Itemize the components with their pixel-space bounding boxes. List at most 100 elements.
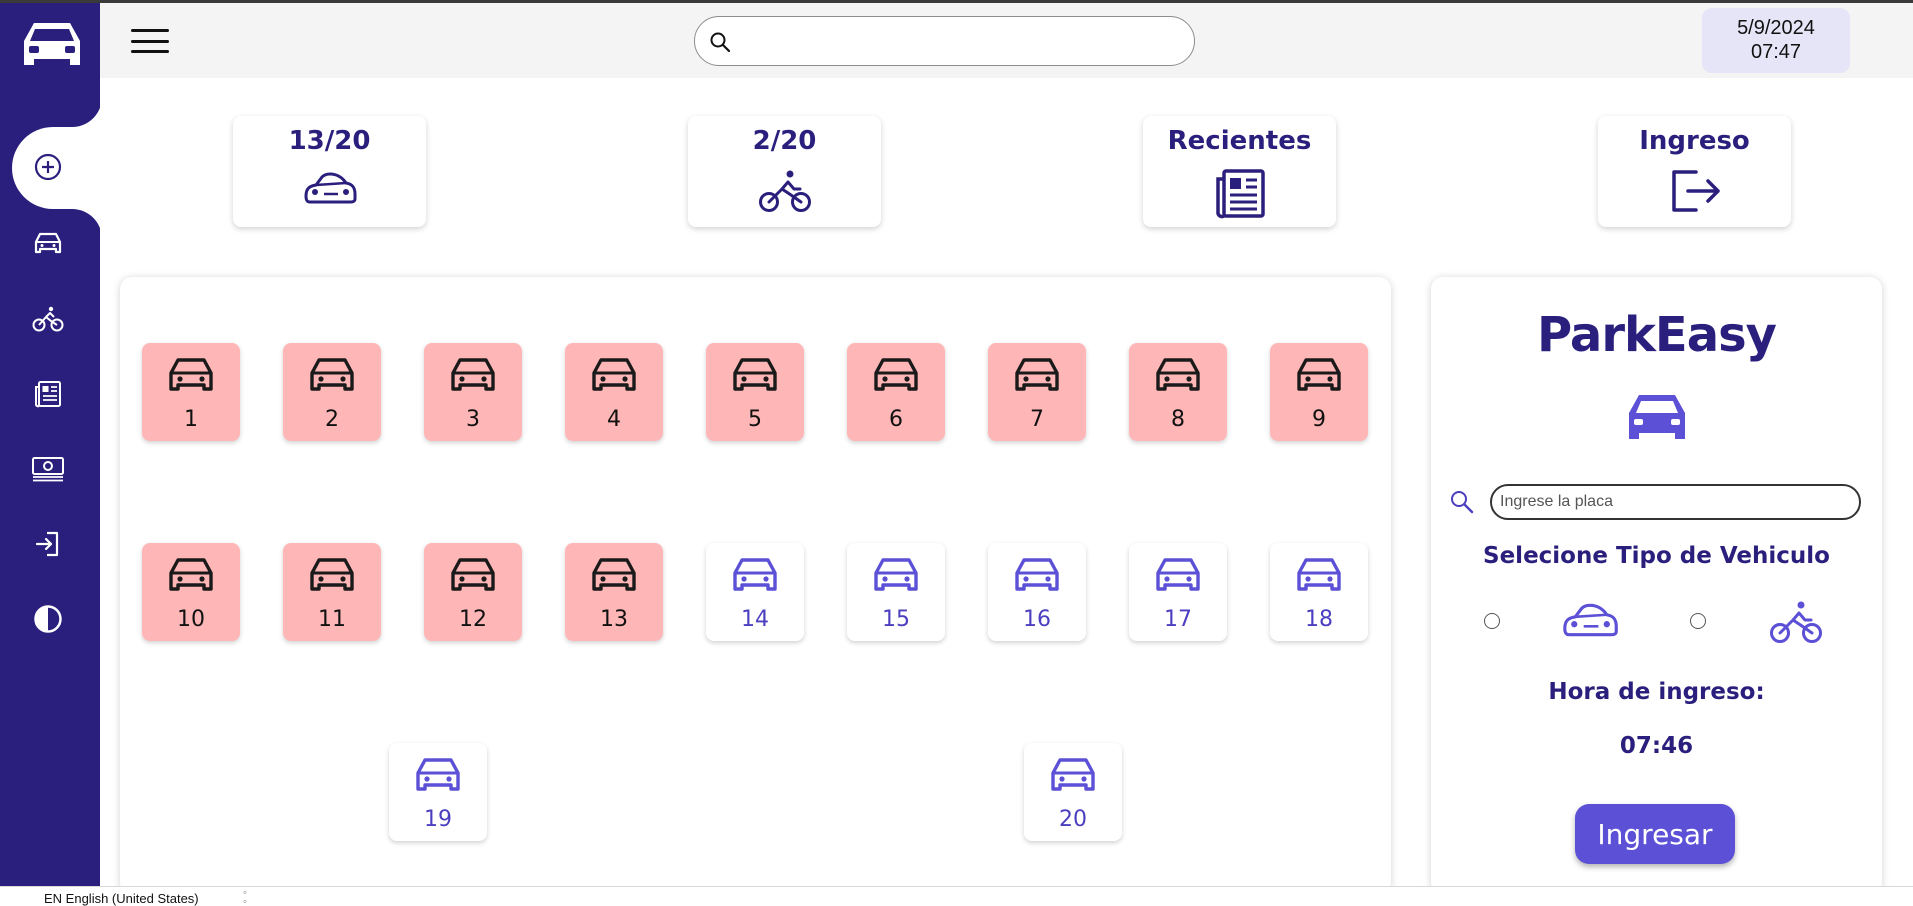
parking-slot-14[interactable]: 14	[706, 543, 804, 641]
sidebar-item-cars[interactable]	[22, 221, 74, 265]
bike-icon	[32, 306, 64, 332]
slot-number: 11	[318, 607, 346, 632]
car-icon	[1013, 555, 1061, 599]
car-icon	[1154, 555, 1202, 599]
add-circle-icon	[34, 153, 62, 181]
car-icon	[1013, 355, 1061, 399]
parking-slot-19[interactable]: 19	[389, 743, 487, 841]
slot-number: 7	[1030, 407, 1044, 432]
current-time: 07:47	[1750, 41, 1802, 63]
parking-slot-11[interactable]: 11	[283, 543, 381, 641]
car-icon	[34, 232, 62, 254]
language-indicator[interactable]: EN English (United States)	[44, 891, 199, 906]
car-icon	[872, 555, 920, 599]
entry-time-label: Hora de ingreso:	[1548, 679, 1765, 705]
slot-number: 4	[607, 407, 621, 432]
slot-number: 5	[748, 407, 762, 432]
car-icon	[731, 555, 779, 599]
contrast-icon	[34, 605, 62, 633]
menu-toggle-button[interactable]	[130, 25, 170, 57]
taskbar-overflow-icon: ◦ ◦	[243, 887, 247, 906]
car-icon	[308, 355, 356, 399]
car-icon	[1049, 755, 1097, 799]
parking-slot-7[interactable]: 7	[988, 343, 1086, 441]
slot-number: 15	[882, 607, 910, 632]
car-icon	[1295, 355, 1343, 399]
search-icon	[710, 32, 731, 53]
car-icon	[449, 555, 497, 599]
car-icon	[449, 355, 497, 399]
sidebar	[0, 3, 102, 886]
search-icon	[1451, 491, 1474, 514]
sports-car-icon	[1563, 603, 1618, 637]
sidebar-item-add[interactable]	[22, 145, 74, 189]
newspaper-icon	[35, 381, 61, 408]
slot-number: 12	[459, 607, 487, 632]
parking-slot-15[interactable]: 15	[847, 543, 945, 641]
sports-car-icon	[304, 172, 356, 204]
stat-card-bikes[interactable]: 2/20	[688, 116, 881, 227]
radio-vehicle-car[interactable]	[1484, 613, 1500, 629]
parking-slot-1[interactable]: 1	[142, 343, 240, 441]
stat-cars-count: 13/20	[288, 126, 371, 156]
car-icon	[1295, 555, 1343, 599]
entry-time-value: 07:46	[1619, 733, 1694, 759]
global-search-input[interactable]	[741, 25, 1181, 57]
sidebar-item-payments[interactable]	[22, 447, 74, 491]
radio-vehicle-bike[interactable]	[1690, 613, 1706, 629]
slot-number: 14	[741, 607, 769, 632]
stat-card-ingreso[interactable]: Ingreso	[1598, 116, 1791, 227]
slot-number: 1	[184, 407, 198, 432]
car-icon	[731, 355, 779, 399]
parking-slot-12[interactable]: 12	[424, 543, 522, 641]
stat-ingreso-label: Ingreso	[1639, 126, 1750, 156]
parking-slot-8[interactable]: 8	[1129, 343, 1227, 441]
sidebar-item-bikes[interactable]	[22, 297, 74, 341]
slot-number: 19	[424, 807, 452, 832]
parking-slot-10[interactable]: 10	[142, 543, 240, 641]
datetime-display: 5/9/2024 07:47	[1702, 8, 1850, 73]
parking-slot-2[interactable]: 2	[283, 343, 381, 441]
car-icon	[872, 355, 920, 399]
os-taskbar: EN English (United States) ◦ ◦	[0, 886, 1913, 906]
parking-slot-6[interactable]: 6	[847, 343, 945, 441]
hamburger-line	[131, 50, 169, 53]
slot-number: 8	[1171, 407, 1185, 432]
money-icon	[32, 457, 64, 482]
parking-lot-panel: 1 2 3 4 5 6 7 8 9 10 11 12 13 14 15 16 17 18 19 20	[120, 277, 1391, 894]
car-icon	[590, 355, 638, 399]
stat-card-cars[interactable]: 13/20	[233, 116, 426, 227]
hamburger-line	[131, 39, 169, 43]
car-icon	[414, 755, 462, 799]
slot-number: 6	[889, 407, 903, 432]
parking-slot-17[interactable]: 17	[1129, 543, 1227, 641]
parking-slot-4[interactable]: 4	[565, 343, 663, 441]
login-icon	[35, 531, 59, 557]
slot-number: 10	[177, 607, 205, 632]
car-icon	[1628, 395, 1685, 439]
parking-slot-20[interactable]: 20	[1024, 743, 1122, 841]
sidebar-item-login[interactable]	[22, 522, 74, 566]
plate-input[interactable]	[1490, 484, 1861, 520]
slot-number: 13	[600, 607, 628, 632]
bike-icon	[758, 170, 811, 212]
slot-number: 2	[325, 407, 339, 432]
sidebar-item-recent[interactable]	[22, 372, 74, 416]
parking-slot-3[interactable]: 3	[424, 343, 522, 441]
car-icon	[167, 555, 215, 599]
stat-card-recent[interactable]: Recientes	[1143, 116, 1336, 227]
brand-title: ParkEasy	[1537, 307, 1777, 363]
submit-entry-button[interactable]: Ingresar	[1575, 804, 1735, 864]
slot-number: 20	[1059, 807, 1087, 832]
newspaper-icon	[1215, 169, 1265, 219]
logout-icon	[1671, 170, 1720, 212]
global-search	[694, 16, 1195, 66]
parking-slot-13[interactable]: 13	[565, 543, 663, 641]
parking-slot-16[interactable]: 16	[988, 543, 1086, 641]
parking-slot-5[interactable]: 5	[706, 343, 804, 441]
parking-slot-18[interactable]: 18	[1270, 543, 1368, 641]
parking-slot-9[interactable]: 9	[1270, 343, 1368, 441]
vehicle-type-title: Selecione Tipo de Vehiculo	[1483, 543, 1830, 569]
car-icon	[308, 555, 356, 599]
sidebar-item-theme[interactable]	[22, 597, 74, 641]
